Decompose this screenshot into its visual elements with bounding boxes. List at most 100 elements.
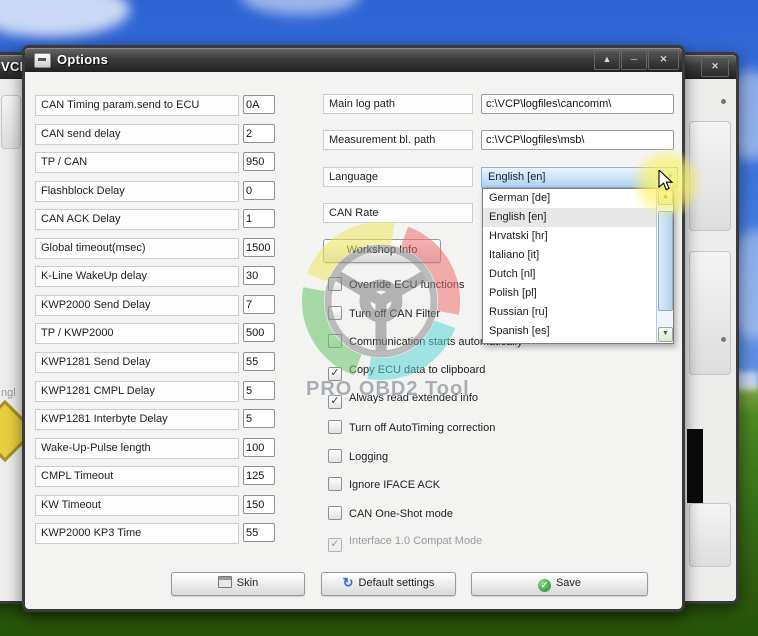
language-selected-value: English [en] xyxy=(488,171,546,183)
language-dropdown-list: German [de] English [en] Hrvatski [hr] Ital… xyxy=(482,188,674,344)
skin-icon xyxy=(217,576,232,588)
param-input-can-send-delay[interactable] xyxy=(243,124,275,143)
checkbox-override-ecu-functions[interactable]: Override ECU functions xyxy=(328,277,465,293)
param-label-kwp1281-cmpl-delay: KWP1281 CMPL Delay xyxy=(35,381,239,402)
skin-button-label: Skin xyxy=(236,577,259,589)
dialog-icon-minus xyxy=(38,58,46,61)
save-button[interactable]: ✓ Save xyxy=(471,572,648,596)
options-dialog: Options ▲ ─ ✕ CAN Timing param.send to E… xyxy=(22,45,685,612)
skin-button[interactable]: Skin xyxy=(171,572,305,596)
dialog-titlebar[interactable]: Options ▲ ─ ✕ xyxy=(25,48,682,72)
dropdown-item-spanish-es[interactable]: Spanish [es] xyxy=(483,322,657,341)
checkbox-box[interactable] xyxy=(328,277,342,291)
measurement-path-input[interactable] xyxy=(481,130,674,150)
param-label-can-send-delay: CAN send delay xyxy=(35,124,239,145)
checkbox-ignore-iface-ack[interactable]: Ignore IFACE ACK xyxy=(328,477,440,493)
checkbox-interface-1-0-compat-mode[interactable]: ✓ Interface 1.0 Compat Mode xyxy=(328,534,482,552)
checkbox-box[interactable] xyxy=(328,334,342,348)
background-panel xyxy=(689,121,731,231)
background-black-rect xyxy=(687,429,703,503)
param-label-kwp1281-interbyte-delay: KWP1281 Interbyte Delay xyxy=(35,409,239,430)
dropdown-item-dutch-nl[interactable]: Dutch [nl] xyxy=(483,265,657,284)
param-input-k-line-wakeup-delay[interactable] xyxy=(243,266,275,285)
background-panel xyxy=(689,251,731,375)
checkbox-label: Turn off CAN Filter xyxy=(349,308,441,320)
dropdown-item-italiano-it[interactable]: Italiano [it] xyxy=(483,246,657,265)
scroll-up-icon[interactable]: ▲ xyxy=(658,190,673,205)
language-label: Language xyxy=(323,167,473,187)
param-input-can-ack-delay[interactable] xyxy=(243,209,275,228)
dropdown-item-polish-pl[interactable]: Polish [pl] xyxy=(483,284,657,303)
checkbox-always-read-extended-info[interactable]: ✓ Always read extended info xyxy=(328,391,479,409)
param-input-kwp1281-cmpl-delay[interactable] xyxy=(243,381,275,400)
param-input-kwp2000-kp3-time[interactable] xyxy=(243,523,275,542)
param-input-tp-can[interactable] xyxy=(243,152,275,171)
dropdown-item-german-de[interactable]: German [de] xyxy=(483,189,657,208)
dropdown-item-hrvatski-hr[interactable]: Hrvatski [hr] xyxy=(483,227,657,246)
checkbox-box[interactable]: ✓ xyxy=(328,367,342,381)
workshop-info-button[interactable]: Workshop Info xyxy=(323,239,441,263)
main-log-path-label: Main log path xyxy=(323,94,473,114)
checkbox-can-one-shot-mode[interactable]: CAN One-Shot mode xyxy=(328,506,453,522)
checkbox-label: Turn off AutoTiming correction xyxy=(349,422,496,434)
default-settings-button[interactable]: ↻ Default settings xyxy=(321,572,456,596)
background-text-fragment: ngl xyxy=(1,387,16,399)
param-input-flashblock-delay[interactable] xyxy=(243,181,275,200)
can-rate-label: CAN Rate xyxy=(323,203,473,223)
checkbox-label: Always read extended info xyxy=(349,392,479,404)
minimize-button[interactable]: ─ xyxy=(621,50,647,70)
checkbox-label: Ignore IFACE ACK xyxy=(349,479,441,491)
reset-icon: ↻ xyxy=(342,575,354,590)
dropdown-scrollbar[interactable]: ▲ ▼ xyxy=(656,189,673,343)
dialog-title: Options xyxy=(57,52,109,67)
param-input-kwp1281-interbyte-delay[interactable] xyxy=(243,409,275,428)
param-label-can-timing-param-send-to-ecu: CAN Timing param.send to ECU xyxy=(35,95,239,116)
param-label-kwp2000-send-delay: KWP2000 Send Delay xyxy=(35,295,239,316)
dropdown-item-english-en[interactable]: English [en] xyxy=(483,208,657,227)
checkbox-copy-ecu-data-to-clipboard[interactable]: ✓ Copy ECU data to clipboard xyxy=(328,363,486,381)
checkbox-box[interactable] xyxy=(328,420,342,434)
param-label-kwp2000-kp3-time: KWP2000 KP3 Time xyxy=(35,523,239,544)
main-log-path-input[interactable] xyxy=(481,94,674,114)
param-input-global-timeout-msec[interactable] xyxy=(243,238,275,257)
param-input-cmpl-timeout[interactable] xyxy=(243,466,275,485)
param-label-k-line-wakeup-delay: K-Line WakeUp delay xyxy=(35,266,239,287)
language-combobox[interactable]: English [en] ▼ xyxy=(481,167,678,188)
param-label-cmpl-timeout: CMPL Timeout xyxy=(35,466,239,487)
param-input-kwp2000-send-delay[interactable] xyxy=(243,295,275,314)
background-panel xyxy=(689,503,731,567)
param-input-can-timing-param-send-to-ecu[interactable] xyxy=(243,95,275,114)
checkbox-box[interactable] xyxy=(328,306,342,320)
checkbox-box[interactable] xyxy=(328,506,342,520)
main-close-button[interactable]: ✕ xyxy=(701,57,729,77)
background-panel xyxy=(1,95,21,149)
dropdown-item-russian-ru[interactable]: Russian [ru] xyxy=(483,303,657,322)
checkbox-box[interactable]: ✓ xyxy=(328,538,342,552)
checkbox-label: Override ECU functions xyxy=(349,279,465,291)
checkbox-label: Logging xyxy=(349,451,389,463)
checkbox-box[interactable] xyxy=(328,477,342,491)
param-input-kwp1281-send-delay[interactable] xyxy=(243,352,275,371)
checkbox-box[interactable] xyxy=(328,449,342,463)
param-label-kwp1281-send-delay: KWP1281 Send Delay xyxy=(35,352,239,373)
scrollbar-thumb[interactable] xyxy=(658,211,673,311)
chevron-down-icon[interactable]: ▼ xyxy=(666,173,674,181)
cloud xyxy=(240,0,360,15)
checkbox-logging[interactable]: Logging xyxy=(328,449,388,465)
param-label-global-timeout-msec: Global timeout(msec) xyxy=(35,238,239,259)
scroll-down-icon[interactable]: ▼ xyxy=(658,327,673,342)
close-button[interactable]: ✕ xyxy=(648,50,679,70)
param-input-kw-timeout[interactable] xyxy=(243,495,275,514)
default-settings-label: Default settings xyxy=(358,577,435,589)
checkbox-turn-off-autotiming-correction[interactable]: Turn off AutoTiming correction xyxy=(328,420,495,436)
checkbox-turn-off-can-filter[interactable]: Turn off CAN Filter xyxy=(328,306,440,322)
maximize-button[interactable]: ▲ xyxy=(594,50,620,70)
checkbox-box[interactable]: ✓ xyxy=(328,395,342,409)
param-label-flashblock-delay: Flashblock Delay xyxy=(35,181,239,202)
param-input-wake-up-pulse-length[interactable] xyxy=(243,438,275,457)
checkbox-label: Copy ECU data to clipboard xyxy=(349,364,486,376)
param-label-tp-kwp2000: TP / KWP2000 xyxy=(35,323,239,344)
measurement-path-label: Measurement bl. path xyxy=(323,130,473,150)
checkbox-label: CAN One-Shot mode xyxy=(349,508,453,520)
param-input-tp-kwp2000[interactable] xyxy=(243,323,275,342)
